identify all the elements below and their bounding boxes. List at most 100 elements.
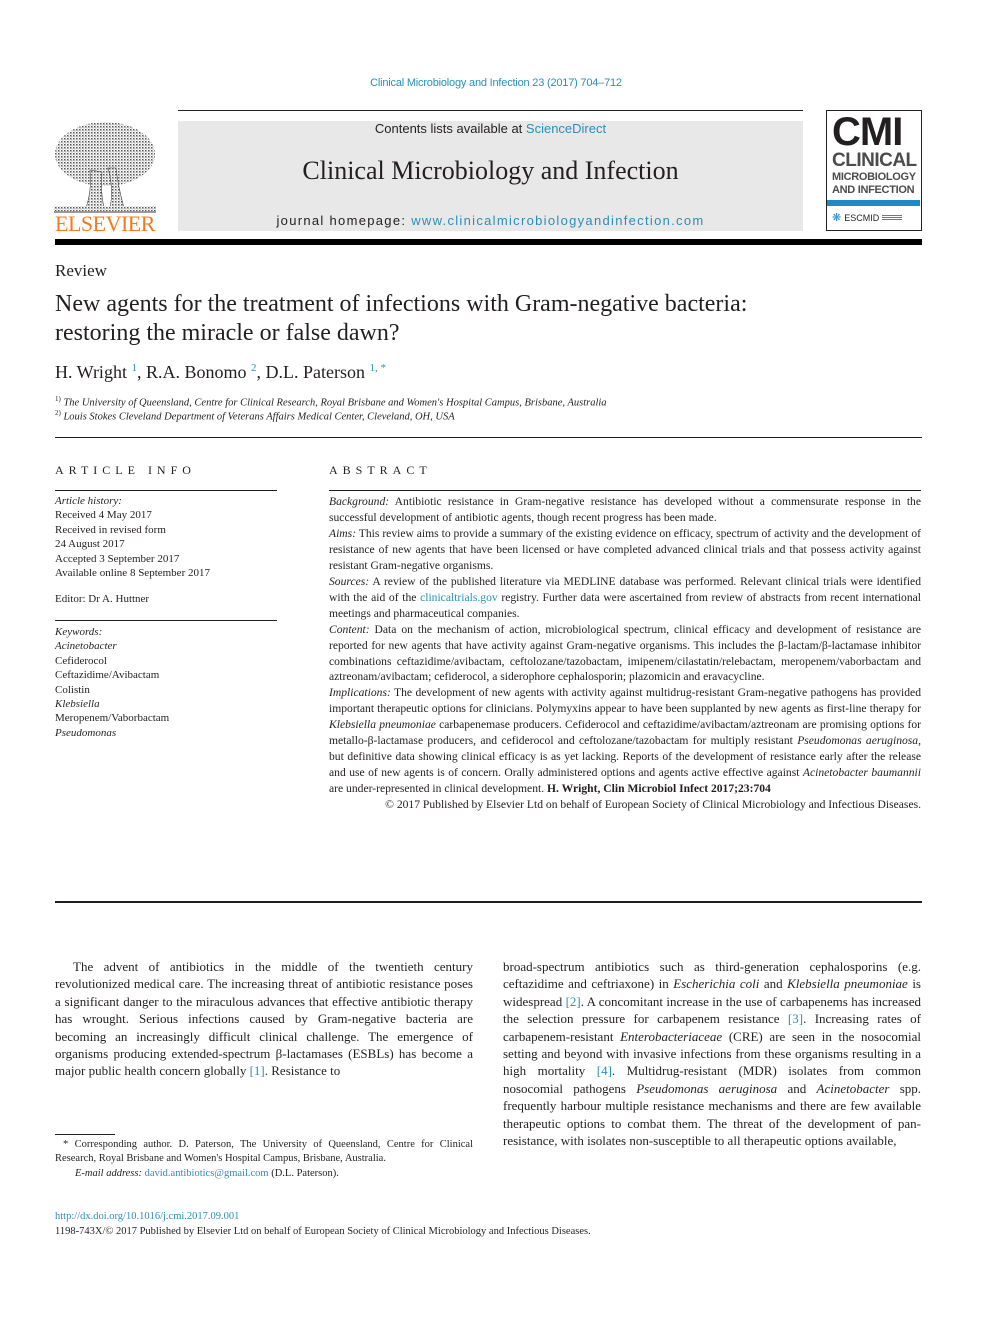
affiliation-mark: 1) <box>55 395 61 403</box>
species-name: Escherichia coli <box>673 976 760 992</box>
abstract-text: This review aims to provide a summary of… <box>329 526 921 572</box>
article-info-heading: ARTICLE INFO <box>55 463 196 477</box>
sciencedirect-link[interactable]: ScienceDirect <box>526 121 606 136</box>
footnote-rule <box>55 1134 115 1135</box>
email-suffix: (D.L. Paterson). <box>268 1167 339 1179</box>
cmi-logo-line2: MICROBIOLOGY <box>832 171 916 183</box>
body-column-right: broad-spectrum antibiotics such as third… <box>503 958 921 1149</box>
abstract-label: Implications: <box>329 686 391 700</box>
reference-link[interactable]: [4] <box>597 1063 612 1078</box>
history-item: Received 4 May 2017 <box>55 509 152 522</box>
escmid-icon: ❋ <box>832 212 842 224</box>
title-divider <box>55 437 922 438</box>
reference-link[interactable]: [2] <box>566 994 581 1009</box>
abstract-text: The development of new agents with activ… <box>329 686 921 716</box>
journal-name: Clinical Microbiology and Infection <box>302 156 679 185</box>
abstract-body: Background: Antibiotic resistance in Gra… <box>329 494 921 813</box>
journal-citation-link[interactable]: Clinical Microbiology and Infection 23 (… <box>0 77 992 89</box>
cmi-logo-line3: AND INFECTION <box>832 184 915 196</box>
abstract-implications: Implications: The development of new age… <box>329 685 921 797</box>
abstract-citation: H. Wright, Clin Microbiol Infect 2017;23… <box>547 782 771 796</box>
issn-copyright: 1198-743X/© 2017 Published by Elsevier L… <box>55 1226 591 1237</box>
abstract-label: Aims: <box>329 526 357 540</box>
abstract-text: are under-represented in clinical develo… <box>329 782 548 796</box>
reference-link[interactable]: [3] <box>788 1011 803 1026</box>
cmi-logo-clinical: CLINICAL <box>832 150 917 171</box>
affiliation-text: Louis Stokes Cleveland Department of Vet… <box>63 411 455 423</box>
email-label: E-mail address: <box>75 1167 142 1179</box>
tree-icon <box>54 122 156 213</box>
keywords: Keywords: Acinetobacter Cefiderocol Ceft… <box>55 625 277 740</box>
affiliation-mark: 2) <box>55 409 61 417</box>
author-list: H. Wright 1, R.A. Bonomo 2, D.L. Paterso… <box>55 362 386 382</box>
abstract-aims: Aims: This review aims to provide a summ… <box>329 526 921 574</box>
affiliation-text: The University of Queensland, Centre for… <box>63 397 607 409</box>
article-history: Article history: Received 4 May 2017 Rec… <box>55 494 277 607</box>
homepage-prefix: journal homepage: <box>276 213 412 228</box>
cmi-journal-logo: CMI CLINICAL MICROBIOLOGY AND INFECTION … <box>826 110 922 231</box>
cmi-logo-bar <box>827 200 920 206</box>
abstract-label: Content: <box>329 622 370 636</box>
species-name: Acinetobacter <box>816 1080 890 1096</box>
body-text: The advent of antibiotics in the middle … <box>55 959 473 1079</box>
history-label: Article history: <box>55 495 122 507</box>
cmi-logo-acronym: CMI <box>832 110 903 154</box>
body-text: . Resistance to <box>264 1063 341 1079</box>
escmid-fineprint <box>882 214 903 221</box>
author-affiliation-mark[interactable]: 1, * <box>369 362 386 374</box>
affiliation: 2) Louis Stokes Cleveland Department of … <box>55 409 455 423</box>
contents-prefix: Contents lists available at <box>374 121 526 136</box>
clinicaltrials-link[interactable]: clinicaltrials.gov <box>420 591 498 604</box>
species-name: Klebsiella pneumoniae <box>787 976 908 992</box>
abstract-text: Antibiotic resistance in Gram-negative r… <box>329 495 921 524</box>
history-item: Received in revised form <box>55 523 166 536</box>
contents-line: Contents lists available at ScienceDirec… <box>178 121 803 136</box>
email-link[interactable]: david.antibiotics@gmail.com <box>145 1168 269 1179</box>
escmid-label: ESCMID <box>844 212 880 223</box>
corresponding-note: * Corresponding author. D. Paterson, The… <box>55 1139 473 1165</box>
header-thick-rule <box>55 239 922 245</box>
species-name: Enterobacteriaceae <box>620 1028 723 1044</box>
journal-homepage-link[interactable]: www.clinicalmicrobiologyandinfection.com <box>411 213 704 228</box>
article-type: Review <box>55 261 107 280</box>
keyword: Cefiderocol <box>55 654 107 667</box>
escmid-badge: ❋ ESCMID <box>832 211 903 224</box>
abstract-copyright: © 2017 Published by Elsevier Ltd on beha… <box>385 798 921 812</box>
abstract-background: Background: Antibiotic resistance in Gra… <box>329 494 921 526</box>
header-rule <box>178 110 803 111</box>
keyword: Meropenem/Vaborbactam <box>55 712 170 725</box>
keyword: Klebsiella <box>55 698 100 711</box>
affiliation: 1) The University of Queensland, Centre … <box>55 395 607 409</box>
body-text: and <box>759 976 788 992</box>
corresponding-author-footnote: * Corresponding author. D. Paterson, The… <box>55 1138 473 1181</box>
email-note: E-mail address: david.antibiotics@gmail.… <box>55 1167 473 1181</box>
body-text: and <box>777 1080 817 1096</box>
abstract-heading: ABSTRACT <box>329 463 432 477</box>
author-name[interactable]: D.L. Paterson <box>265 362 364 382</box>
abstract-content: Content: Data on the mechanism of action… <box>329 622 921 686</box>
keyword: Colistin <box>55 683 90 696</box>
keywords-rule <box>55 620 277 621</box>
abstract-label: Sources: <box>329 574 370 588</box>
abstract-bottom-rule <box>55 901 922 903</box>
reference-link[interactable]: [1] <box>250 1063 265 1078</box>
history-item: Accepted 3 September 2017 <box>55 552 180 565</box>
history-item: Available online 8 September 2017 <box>55 567 210 580</box>
abstract-text: Data on the mechanism of action, microbi… <box>329 622 921 684</box>
article-info-rule <box>55 490 277 491</box>
elsevier-wordmark: ELSEVIER <box>55 211 155 236</box>
keyword: Ceftazidime/Avibactam <box>55 669 160 682</box>
keyword: Pseudomonas <box>55 726 117 739</box>
keyword: Acinetobacter <box>55 640 117 653</box>
abstract-rule <box>329 490 921 491</box>
homepage-line: journal homepage: www.clinicalmicrobiolo… <box>178 213 803 228</box>
article-title: New agents for the treatment of infectio… <box>55 291 748 346</box>
author-name[interactable]: R.A. Bonomo <box>146 362 247 382</box>
history-item: 24 August 2017 <box>55 538 125 551</box>
abstract-sources: Sources: A review of the published liter… <box>329 574 921 622</box>
author-name[interactable]: H. Wright <box>55 362 127 382</box>
species-name: Pseudomonas aeruginosa <box>797 734 919 748</box>
cmi-logo-microbiology: MICROBIOLOGY AND INFECTION <box>832 171 916 197</box>
doi-link[interactable]: http://dx.doi.org/10.1016/j.cmi.2017.09.… <box>55 1211 239 1222</box>
editor: Editor: Dr A. Huttner <box>55 593 150 606</box>
